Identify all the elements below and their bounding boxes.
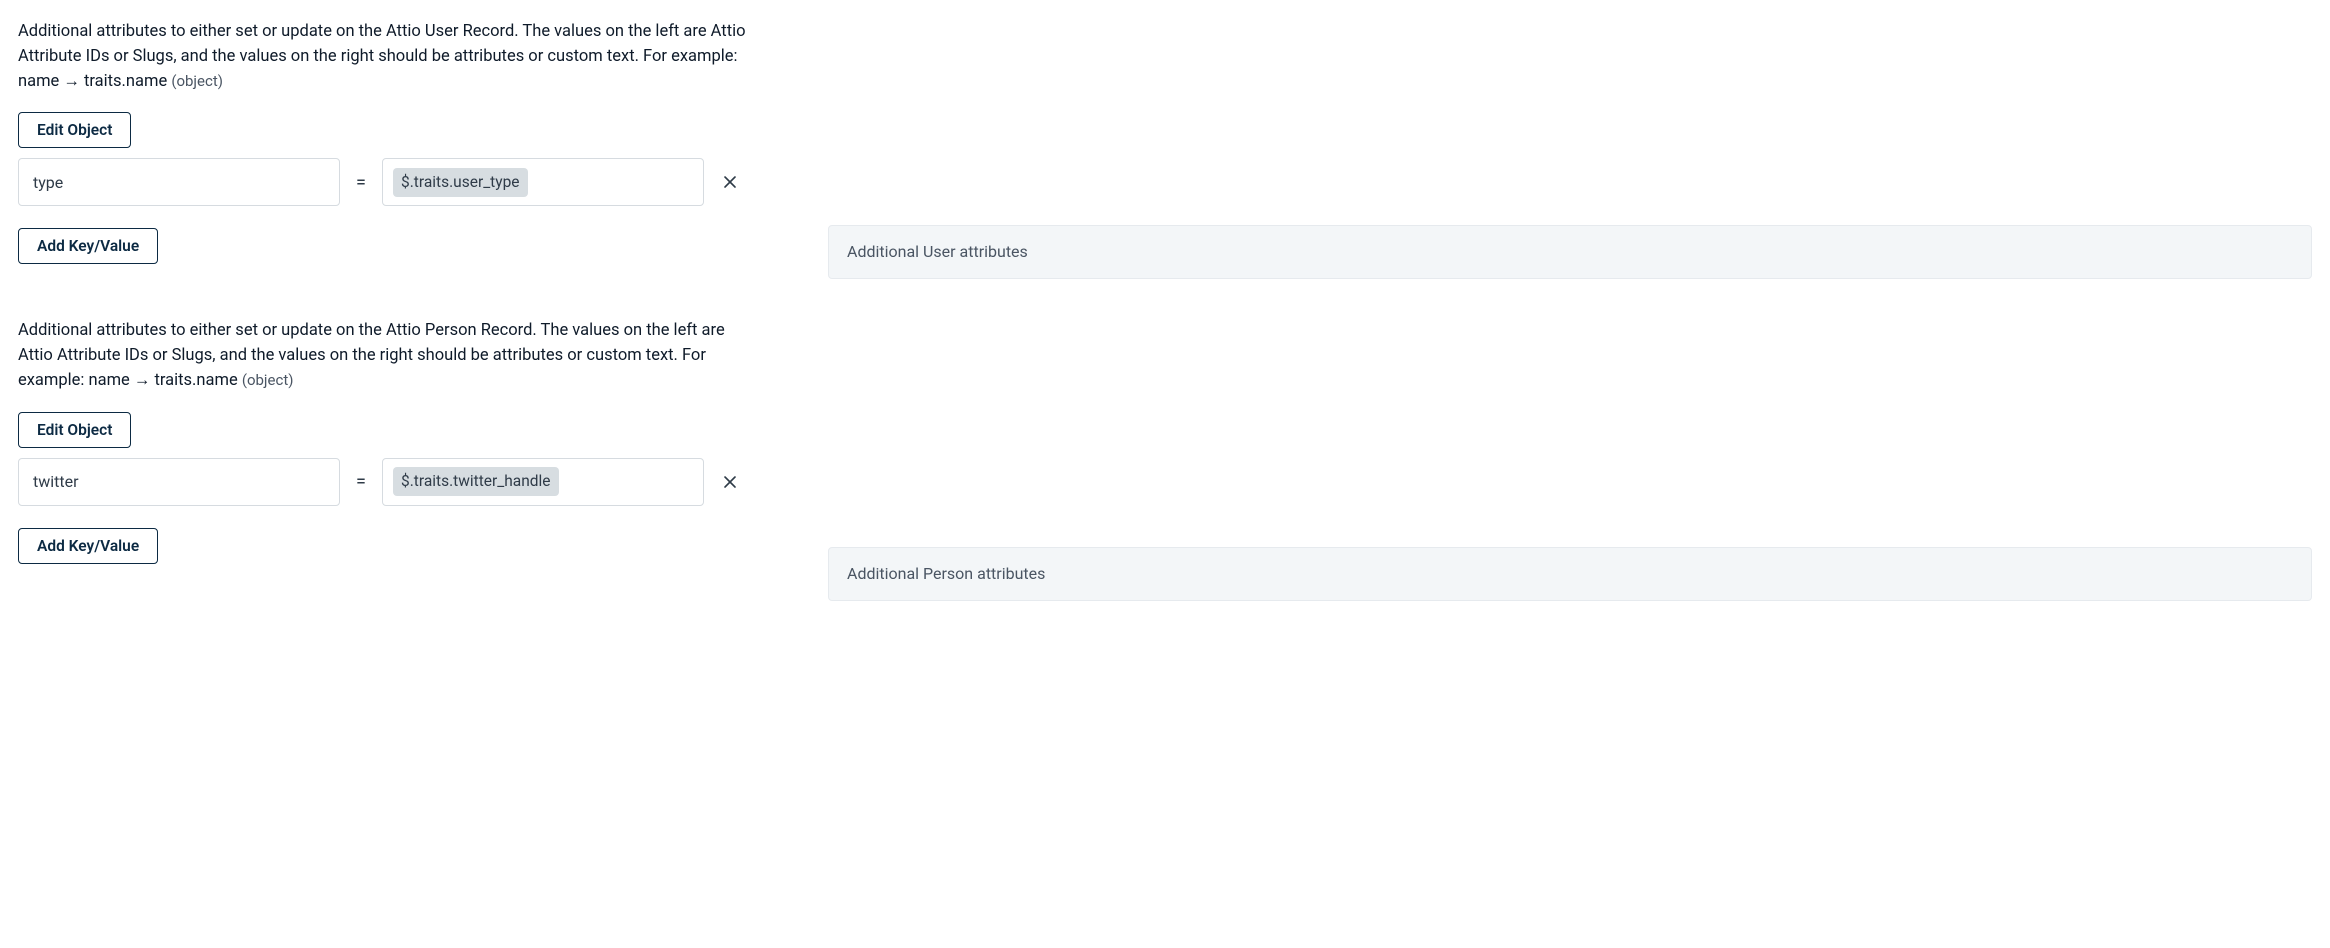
description-type: (object) — [242, 371, 294, 389]
key-input[interactable] — [18, 458, 340, 506]
description-type: (object) — [171, 72, 223, 90]
remove-row-button[interactable] — [718, 170, 742, 194]
description-main: Additional attributes to either set or u… — [18, 22, 746, 91]
right-column: Additional User attributes Additional Pe… — [828, 20, 2312, 601]
equals-sign: = — [354, 468, 368, 495]
form-container: Additional attributes to either set or u… — [18, 20, 2312, 601]
left-column: Additional attributes to either set or u… — [18, 20, 758, 564]
value-input[interactable]: $.traits.user_type — [382, 158, 704, 206]
value-token: $.traits.user_type — [393, 168, 528, 197]
add-key-value-button[interactable]: Add Key/Value — [18, 528, 158, 564]
key-value-row: = $.traits.user_type — [18, 158, 758, 206]
description-text: Additional attributes to either set or u… — [18, 20, 758, 94]
add-key-value-button[interactable]: Add Key/Value — [18, 228, 158, 264]
equals-sign: = — [354, 169, 368, 196]
key-input[interactable] — [18, 158, 340, 206]
section-label-user: Additional User attributes — [828, 225, 2312, 279]
description-main: Additional attributes to either set or u… — [18, 321, 725, 390]
remove-row-button[interactable] — [718, 470, 742, 494]
section-label-person: Additional Person attributes — [828, 547, 2312, 601]
key-value-row: = $.traits.twitter_handle — [18, 458, 758, 506]
edit-object-button[interactable]: Edit Object — [18, 412, 131, 448]
description-text: Additional attributes to either set or u… — [18, 319, 758, 393]
value-token: $.traits.twitter_handle — [393, 467, 559, 496]
edit-object-button[interactable]: Edit Object — [18, 112, 131, 148]
attribute-section-person: Additional attributes to either set or u… — [18, 319, 758, 563]
value-input[interactable]: $.traits.twitter_handle — [382, 458, 704, 506]
attribute-section-user: Additional attributes to either set or u… — [18, 20, 758, 264]
close-icon — [722, 474, 738, 490]
close-icon — [722, 174, 738, 190]
